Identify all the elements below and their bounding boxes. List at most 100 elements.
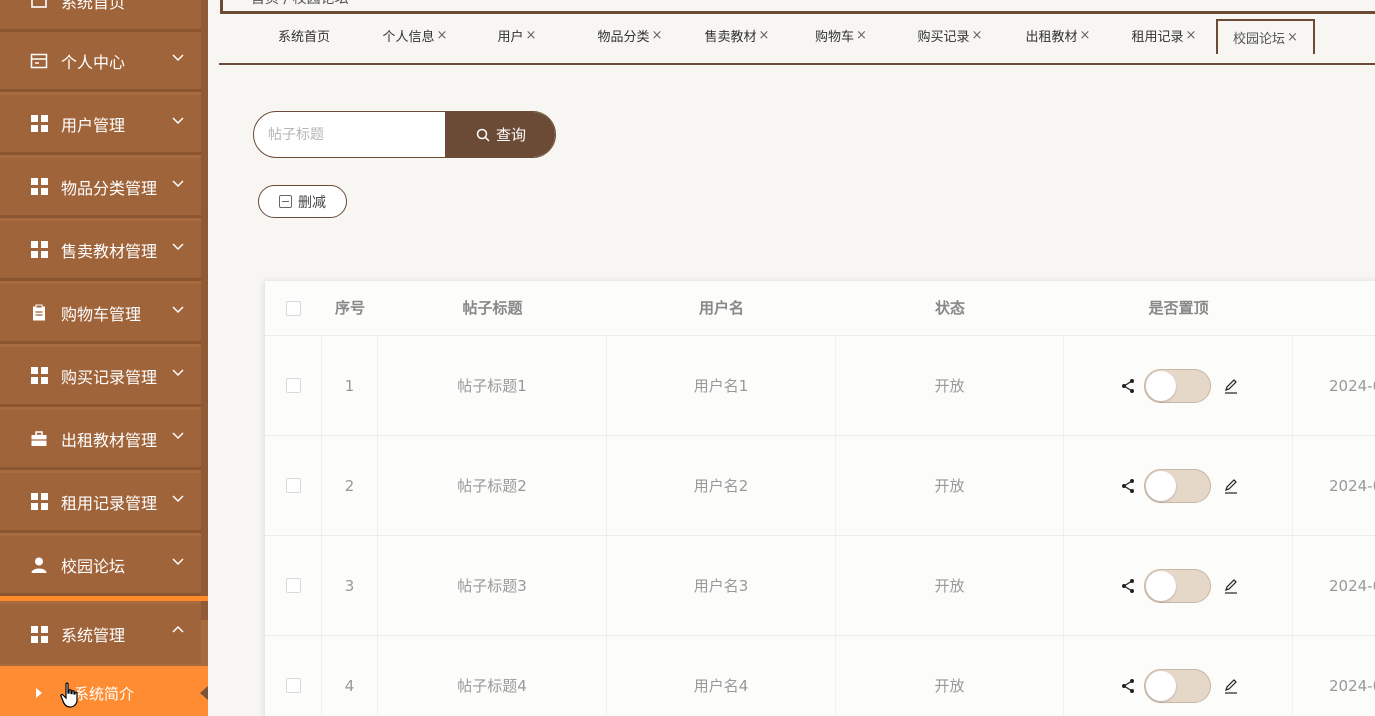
row-checkbox[interactable] — [286, 378, 301, 393]
sidebar: 系统首页 个人中心 用户管理 物品分类管理 售卖教材管理 购物车管理 购买记录管… — [0, 0, 208, 716]
sidebar-item-rental-records[interactable]: 租用记录管理 — [0, 473, 201, 533]
briefcase-icon — [30, 430, 48, 448]
tab-label: 出租教材 — [1025, 30, 1078, 45]
close-icon[interactable]: × — [526, 28, 537, 43]
sidebar-item-categories[interactable]: 物品分类管理 — [0, 158, 201, 218]
sidebar-item-profile[interactable]: 个人中心 — [0, 32, 201, 92]
row-checkbox[interactable] — [286, 578, 301, 593]
close-icon[interactable]: × — [437, 28, 448, 43]
close-icon[interactable]: × — [759, 28, 770, 43]
delete-button[interactable]: 删减 — [258, 185, 347, 218]
cell-title: 帖子标题4 — [378, 636, 607, 716]
breadcrumb-bar: 首页 / 校园论坛 — [220, 0, 1375, 14]
tab-purchase-records[interactable]: 购买记录 × — [904, 19, 996, 52]
close-icon[interactable]: × — [1287, 30, 1298, 45]
row-actions — [1120, 536, 1300, 636]
edit-icon[interactable] — [1223, 678, 1239, 694]
delete-button-label: 删减 — [298, 194, 326, 211]
tab-cart[interactable]: 购物车 × — [801, 19, 881, 52]
tab-label: 用户 — [497, 30, 524, 45]
cell-date: 2024-0 — [1329, 677, 1375, 695]
grid-icon — [30, 115, 48, 133]
sidebar-item-forum[interactable]: 校园论坛 — [0, 536, 201, 596]
forum-table: 序号 帖子标题 用户名 状态 是否置顶 1 帖子标题1 用户名1 开放 2024… — [264, 281, 1375, 716]
tab-label: 校园论坛 — [1233, 32, 1286, 47]
sidebar-item-label: 系统首页 — [61, 0, 126, 12]
table-row[interactable]: 2 帖子标题2 用户名2 开放 2024-0 — [265, 435, 1375, 536]
cell-status: 开放 — [836, 536, 1064, 636]
active-indicator — [0, 596, 208, 601]
sidebar-subitem-system-intro[interactable]: 系统简介 — [0, 666, 208, 716]
tab-bar: 系统首页 个人信息 × 用户 × 物品分类 × 售卖教材 × 购物车 × 购买记录 × 出租… — [219, 16, 1375, 65]
share-icon[interactable] — [1120, 678, 1136, 694]
sidebar-item-sale-books[interactable]: 售卖教材管理 — [0, 221, 201, 281]
close-icon[interactable]: × — [1080, 28, 1091, 43]
checkbox-cell — [265, 636, 322, 716]
row-checkbox[interactable] — [286, 478, 301, 493]
pin-toggle[interactable] — [1144, 569, 1211, 603]
sidebar-scrollbar[interactable] — [201, 0, 208, 620]
table-row[interactable]: 3 帖子标题3 用户名3 开放 2024-0 — [265, 535, 1375, 636]
tab-categories[interactable]: 物品分类 × — [584, 19, 676, 52]
tab-sale-books[interactable]: 售卖教材 × — [691, 19, 783, 52]
cell-username: 用户名3 — [607, 536, 836, 636]
cell-date: 2024-0 — [1329, 377, 1375, 395]
cell-date: 2024-0 — [1329, 577, 1375, 595]
minus-square-icon — [279, 195, 292, 208]
tab-users[interactable]: 用户 × — [484, 19, 550, 52]
grid-icon — [30, 178, 48, 196]
pin-toggle[interactable] — [1144, 469, 1211, 503]
chevron-down-icon — [172, 493, 184, 505]
tab-home[interactable]: 系统首页 — [259, 19, 349, 52]
pin-toggle[interactable] — [1144, 669, 1211, 703]
breadcrumb: 首页 / 校园论坛 — [251, 0, 349, 8]
collapse-arrow-icon[interactable] — [200, 686, 208, 700]
edit-icon[interactable] — [1223, 378, 1239, 394]
sidebar-item-rent-books[interactable]: 出租教材管理 — [0, 410, 201, 470]
sidebar-item-purchase-records[interactable]: 购买记录管理 — [0, 347, 201, 407]
cell-index: 2 — [322, 436, 378, 536]
tab-forum[interactable]: 校园论坛 × — [1216, 19, 1315, 54]
toggle-knob — [1146, 671, 1176, 701]
checkbox-cell — [265, 436, 322, 536]
edit-icon[interactable] — [1223, 578, 1239, 594]
tab-rental-records[interactable]: 租用记录 × — [1118, 19, 1210, 52]
edit-icon[interactable] — [1223, 478, 1239, 494]
calendar-icon — [30, 52, 48, 70]
clipboard-icon — [30, 304, 48, 322]
grid-icon — [30, 625, 48, 643]
tab-label: 物品分类 — [597, 30, 650, 45]
sidebar-item-label: 购物车管理 — [61, 304, 142, 324]
search-button[interactable]: 查询 — [445, 112, 555, 157]
hand-cursor-icon — [60, 682, 78, 708]
pin-toggle[interactable] — [1144, 369, 1211, 403]
tab-label: 系统首页 — [277, 30, 330, 45]
row-checkbox[interactable] — [286, 678, 301, 693]
sidebar-subitem-label: 系统简介 — [74, 685, 135, 703]
close-icon[interactable]: × — [972, 28, 983, 43]
sidebar-item-home[interactable]: 系统首页 — [0, 0, 201, 32]
grid-icon — [30, 367, 48, 385]
close-icon[interactable]: × — [652, 28, 663, 43]
close-icon[interactable]: × — [856, 28, 867, 43]
row-actions — [1120, 336, 1300, 436]
sidebar-item-cart[interactable]: 购物车管理 — [0, 284, 201, 344]
table-row[interactable]: 1 帖子标题1 用户名1 开放 2024-0 — [265, 335, 1375, 436]
tab-rent-books[interactable]: 出租教材 × — [1012, 19, 1104, 52]
cell-title: 帖子标题3 — [378, 536, 607, 636]
chevron-down-icon — [172, 52, 184, 64]
cell-status: 开放 — [836, 436, 1064, 536]
share-icon[interactable] — [1120, 378, 1136, 394]
sidebar-item-users[interactable]: 用户管理 — [0, 95, 201, 155]
user-icon — [30, 556, 48, 574]
close-icon[interactable]: × — [1186, 28, 1197, 43]
cell-index: 1 — [322, 336, 378, 436]
tab-profile[interactable]: 个人信息 × — [369, 19, 461, 52]
sidebar-item-system[interactable]: 系统管理 — [0, 604, 201, 664]
search-input[interactable] — [254, 112, 444, 157]
share-icon[interactable] — [1120, 478, 1136, 494]
select-all-checkbox[interactable] — [286, 301, 301, 316]
checkbox-cell — [265, 536, 322, 636]
table-row[interactable]: 4 帖子标题4 用户名4 开放 2024-0 — [265, 635, 1375, 716]
share-icon[interactable] — [1120, 578, 1136, 594]
